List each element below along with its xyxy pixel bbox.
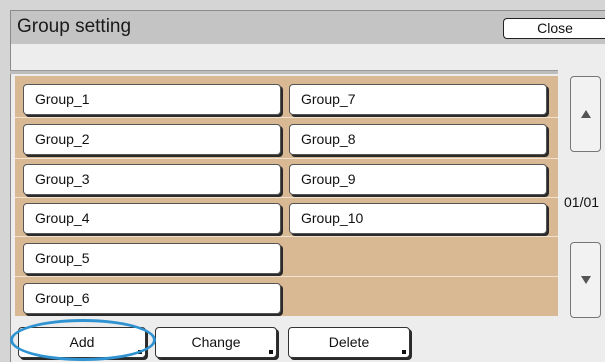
group-item-7[interactable]: Group_7 xyxy=(289,84,547,115)
row-divider xyxy=(15,197,558,198)
group-item-8[interactable]: Group_8 xyxy=(289,124,547,155)
row-divider xyxy=(15,158,558,159)
change-button-label: Change xyxy=(191,334,241,350)
group-item-3[interactable]: Group_3 xyxy=(23,164,281,195)
delete-button-label: Delete xyxy=(328,334,370,350)
corner-mark-icon xyxy=(402,350,406,354)
group-item-4[interactable]: Group_4 xyxy=(23,203,281,234)
triangle-up-icon xyxy=(580,110,591,118)
corner-mark-icon xyxy=(269,350,273,354)
scroll-down-button[interactable] xyxy=(570,242,601,318)
row-divider xyxy=(15,117,558,118)
add-button-label: Add xyxy=(69,334,95,350)
triangle-down-icon xyxy=(580,276,591,284)
row-divider xyxy=(15,236,558,237)
group-item-1[interactable]: Group_1 xyxy=(23,84,281,115)
group-item-2[interactable]: Group_2 xyxy=(23,124,281,155)
page-indicator: 01/01 xyxy=(564,194,600,210)
change-button[interactable]: Change xyxy=(155,327,277,358)
close-button[interactable]: Close xyxy=(503,18,605,39)
group-item-5[interactable]: Group_5 xyxy=(23,243,281,274)
title-bar: Group setting Close xyxy=(10,10,605,44)
page-title: Group setting xyxy=(17,16,132,37)
row-divider xyxy=(15,276,558,277)
group-item-9[interactable]: Group_9 xyxy=(289,164,547,195)
group-item-6[interactable]: Group_6 xyxy=(23,283,281,314)
delete-button[interactable]: Delete xyxy=(288,327,410,358)
divider xyxy=(10,70,558,74)
add-button[interactable]: Add xyxy=(18,327,146,358)
group-item-10[interactable]: Group_10 xyxy=(289,203,547,234)
scroll-up-button[interactable] xyxy=(570,76,601,152)
corner-mark-icon xyxy=(138,350,142,354)
